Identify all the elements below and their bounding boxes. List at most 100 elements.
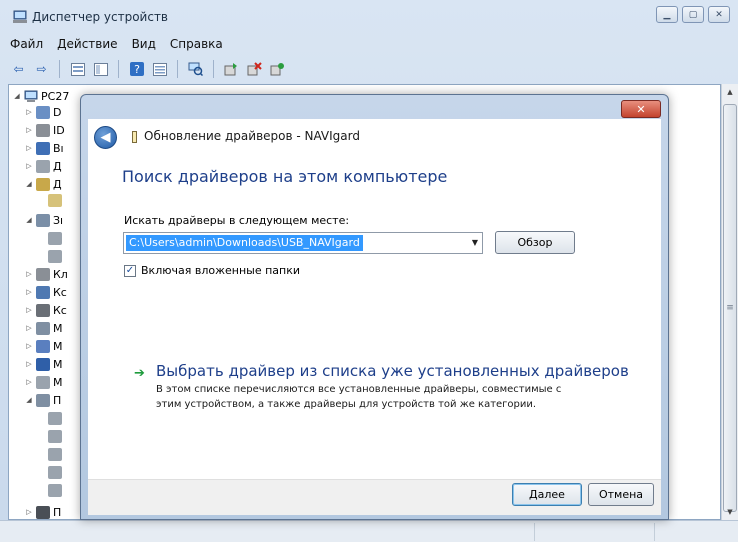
enable-device-icon[interactable]	[269, 61, 286, 78]
collapse-icon[interactable]: ◢	[13, 92, 21, 100]
usb-controller-icon	[36, 303, 50, 317]
tree-view-icon[interactable]	[69, 61, 86, 78]
window-title: Диспетчер устройств	[32, 10, 169, 24]
computer-icon	[24, 90, 38, 102]
forward-icon[interactable]: ⇨	[33, 61, 50, 78]
collapse-icon[interactable]: ◢	[25, 216, 33, 224]
expand-icon[interactable]: ▷	[25, 342, 33, 350]
path-input-value[interactable]: C:\Users\admin\Downloads\USB_NAVIgard	[126, 235, 363, 251]
tree-item-label: Кс	[53, 303, 67, 317]
tree-item-label: П	[53, 393, 62, 407]
svg-text:?: ?	[134, 63, 140, 76]
next-button[interactable]: Далее	[512, 483, 582, 506]
toolbar: ⇦ ⇨ ?	[0, 55, 738, 83]
menu-file[interactable]: Файл	[10, 37, 43, 51]
tree-item-label: Bı	[53, 141, 64, 155]
properties-icon[interactable]	[92, 61, 109, 78]
menu-action[interactable]: Действие	[57, 37, 117, 51]
close-button[interactable]: ✕	[708, 6, 730, 23]
minimize-button[interactable]: ▁	[656, 6, 678, 23]
tree-item[interactable]	[37, 463, 65, 481]
tree-item[interactable]: ◢ Зı	[25, 211, 63, 229]
chevron-down-icon[interactable]: ▼	[472, 238, 478, 247]
scroll-down-icon[interactable]: ▼	[722, 504, 738, 520]
tree-item[interactable]: ▷ Д	[25, 157, 62, 175]
menu-bar: Файл Действие Вид Справка	[0, 33, 738, 55]
processor-icon	[36, 505, 50, 519]
collapse-icon[interactable]: ◢	[25, 396, 33, 404]
tree-item[interactable]: ◢ П	[25, 391, 61, 409]
toolbar-separator	[213, 60, 214, 78]
tree-item-label: М	[53, 357, 63, 371]
tree-item[interactable]: ▷ Кс	[25, 283, 67, 301]
port-icon	[48, 447, 62, 461]
expand-icon[interactable]: ▷	[25, 288, 33, 296]
tree-item-label: Д	[53, 159, 62, 173]
expand-icon[interactable]: ▷	[25, 378, 33, 386]
tree-item[interactable]	[37, 191, 65, 209]
device-manager-icon	[13, 10, 27, 23]
menu-help[interactable]: Справка	[170, 37, 223, 51]
back-icon[interactable]: ⇦	[10, 61, 27, 78]
unknown-device-icon	[48, 193, 62, 207]
tree-item[interactable]: ▷ ID	[25, 121, 65, 139]
tree-item[interactable]	[37, 427, 65, 445]
pick-from-list-link[interactable]: Выбрать драйвер из списка уже установлен…	[156, 362, 629, 380]
path-combobox[interactable]: C:\Users\admin\Downloads\USB_NAVIgard ▼	[123, 232, 483, 254]
vertical-scrollbar[interactable]: ▲ ≡ ▼	[721, 84, 738, 520]
dvd-drive-icon	[36, 105, 50, 119]
include-subfolders-checkbox[interactable]: ✓	[124, 264, 136, 277]
expand-icon[interactable]: ▷	[25, 108, 33, 116]
disk-drive-icon	[36, 159, 50, 173]
tree-item[interactable]: ▷ М	[25, 355, 63, 373]
back-arrow-icon[interactable]: ◀	[94, 126, 117, 149]
expand-icon[interactable]: ▷	[25, 162, 33, 170]
menu-view[interactable]: Вид	[132, 37, 156, 51]
memory-icon	[36, 321, 50, 335]
collapse-icon[interactable]: ◢	[25, 180, 33, 188]
cancel-button[interactable]: Отмена	[588, 483, 654, 506]
expand-icon[interactable]: ▷	[25, 126, 33, 134]
tree-item[interactable]	[37, 445, 65, 463]
dialog-close-button[interactable]: ✕	[621, 100, 661, 118]
tree-item-label: Д	[53, 177, 62, 191]
tree-item[interactable]	[37, 247, 65, 265]
include-subfolders-row[interactable]: ✓ Включая вложенные папки	[124, 264, 300, 277]
browse-button[interactable]: Обзор	[495, 231, 575, 254]
disable-device-icon[interactable]	[246, 61, 263, 78]
tree-item[interactable]: ▷ М	[25, 319, 63, 337]
maximize-button[interactable]: ▢	[682, 6, 704, 23]
list-icon[interactable]	[151, 61, 168, 78]
tree-item[interactable]	[37, 409, 65, 427]
device-manager-window: Диспетчер устройств ▁ ▢ ✕ Файл Действие …	[0, 0, 738, 542]
tree-item[interactable]: ▷ П	[25, 503, 61, 519]
expand-icon[interactable]: ▷	[25, 144, 33, 152]
caption-buttons: ▁ ▢ ✕	[656, 6, 730, 23]
scroll-up-icon[interactable]: ▲	[722, 84, 738, 100]
help-icon[interactable]: ?	[128, 61, 145, 78]
update-driver-icon[interactable]	[223, 61, 240, 78]
tree-item-label: М	[53, 375, 63, 389]
tree-item[interactable]: ▷ М	[25, 373, 63, 391]
status-cell	[654, 523, 738, 541]
tree-item[interactable]: ▷ Кс	[25, 301, 67, 319]
sound-device-icon	[48, 249, 62, 263]
expand-icon[interactable]: ▷	[25, 360, 33, 368]
expand-icon[interactable]: ▷	[25, 508, 33, 516]
tree-item[interactable]: ▷ М	[25, 337, 63, 355]
toolbar-separator	[59, 60, 60, 78]
include-subfolders-label[interactable]: Включая вложенные папки	[141, 264, 300, 277]
tree-item[interactable]: ▷ D	[25, 103, 61, 121]
expand-icon[interactable]: ▷	[25, 306, 33, 314]
tree-item[interactable]: ▷ Кл	[25, 265, 68, 283]
expand-icon[interactable]: ▷	[25, 324, 33, 332]
tree-item[interactable]	[37, 229, 65, 247]
tree-item[interactable]: ▷ Bı	[25, 139, 64, 157]
path-label: Искать драйверы в следующем месте:	[124, 214, 350, 227]
tree-item-label: Зı	[53, 213, 64, 227]
dialog-body: Поиск драйверов на этом компьютере Искат…	[88, 154, 661, 479]
scan-hardware-icon[interactable]	[187, 61, 204, 78]
scroll-thumb[interactable]: ≡	[723, 104, 737, 512]
expand-icon[interactable]: ▷	[25, 270, 33, 278]
tree-item[interactable]	[37, 481, 65, 499]
